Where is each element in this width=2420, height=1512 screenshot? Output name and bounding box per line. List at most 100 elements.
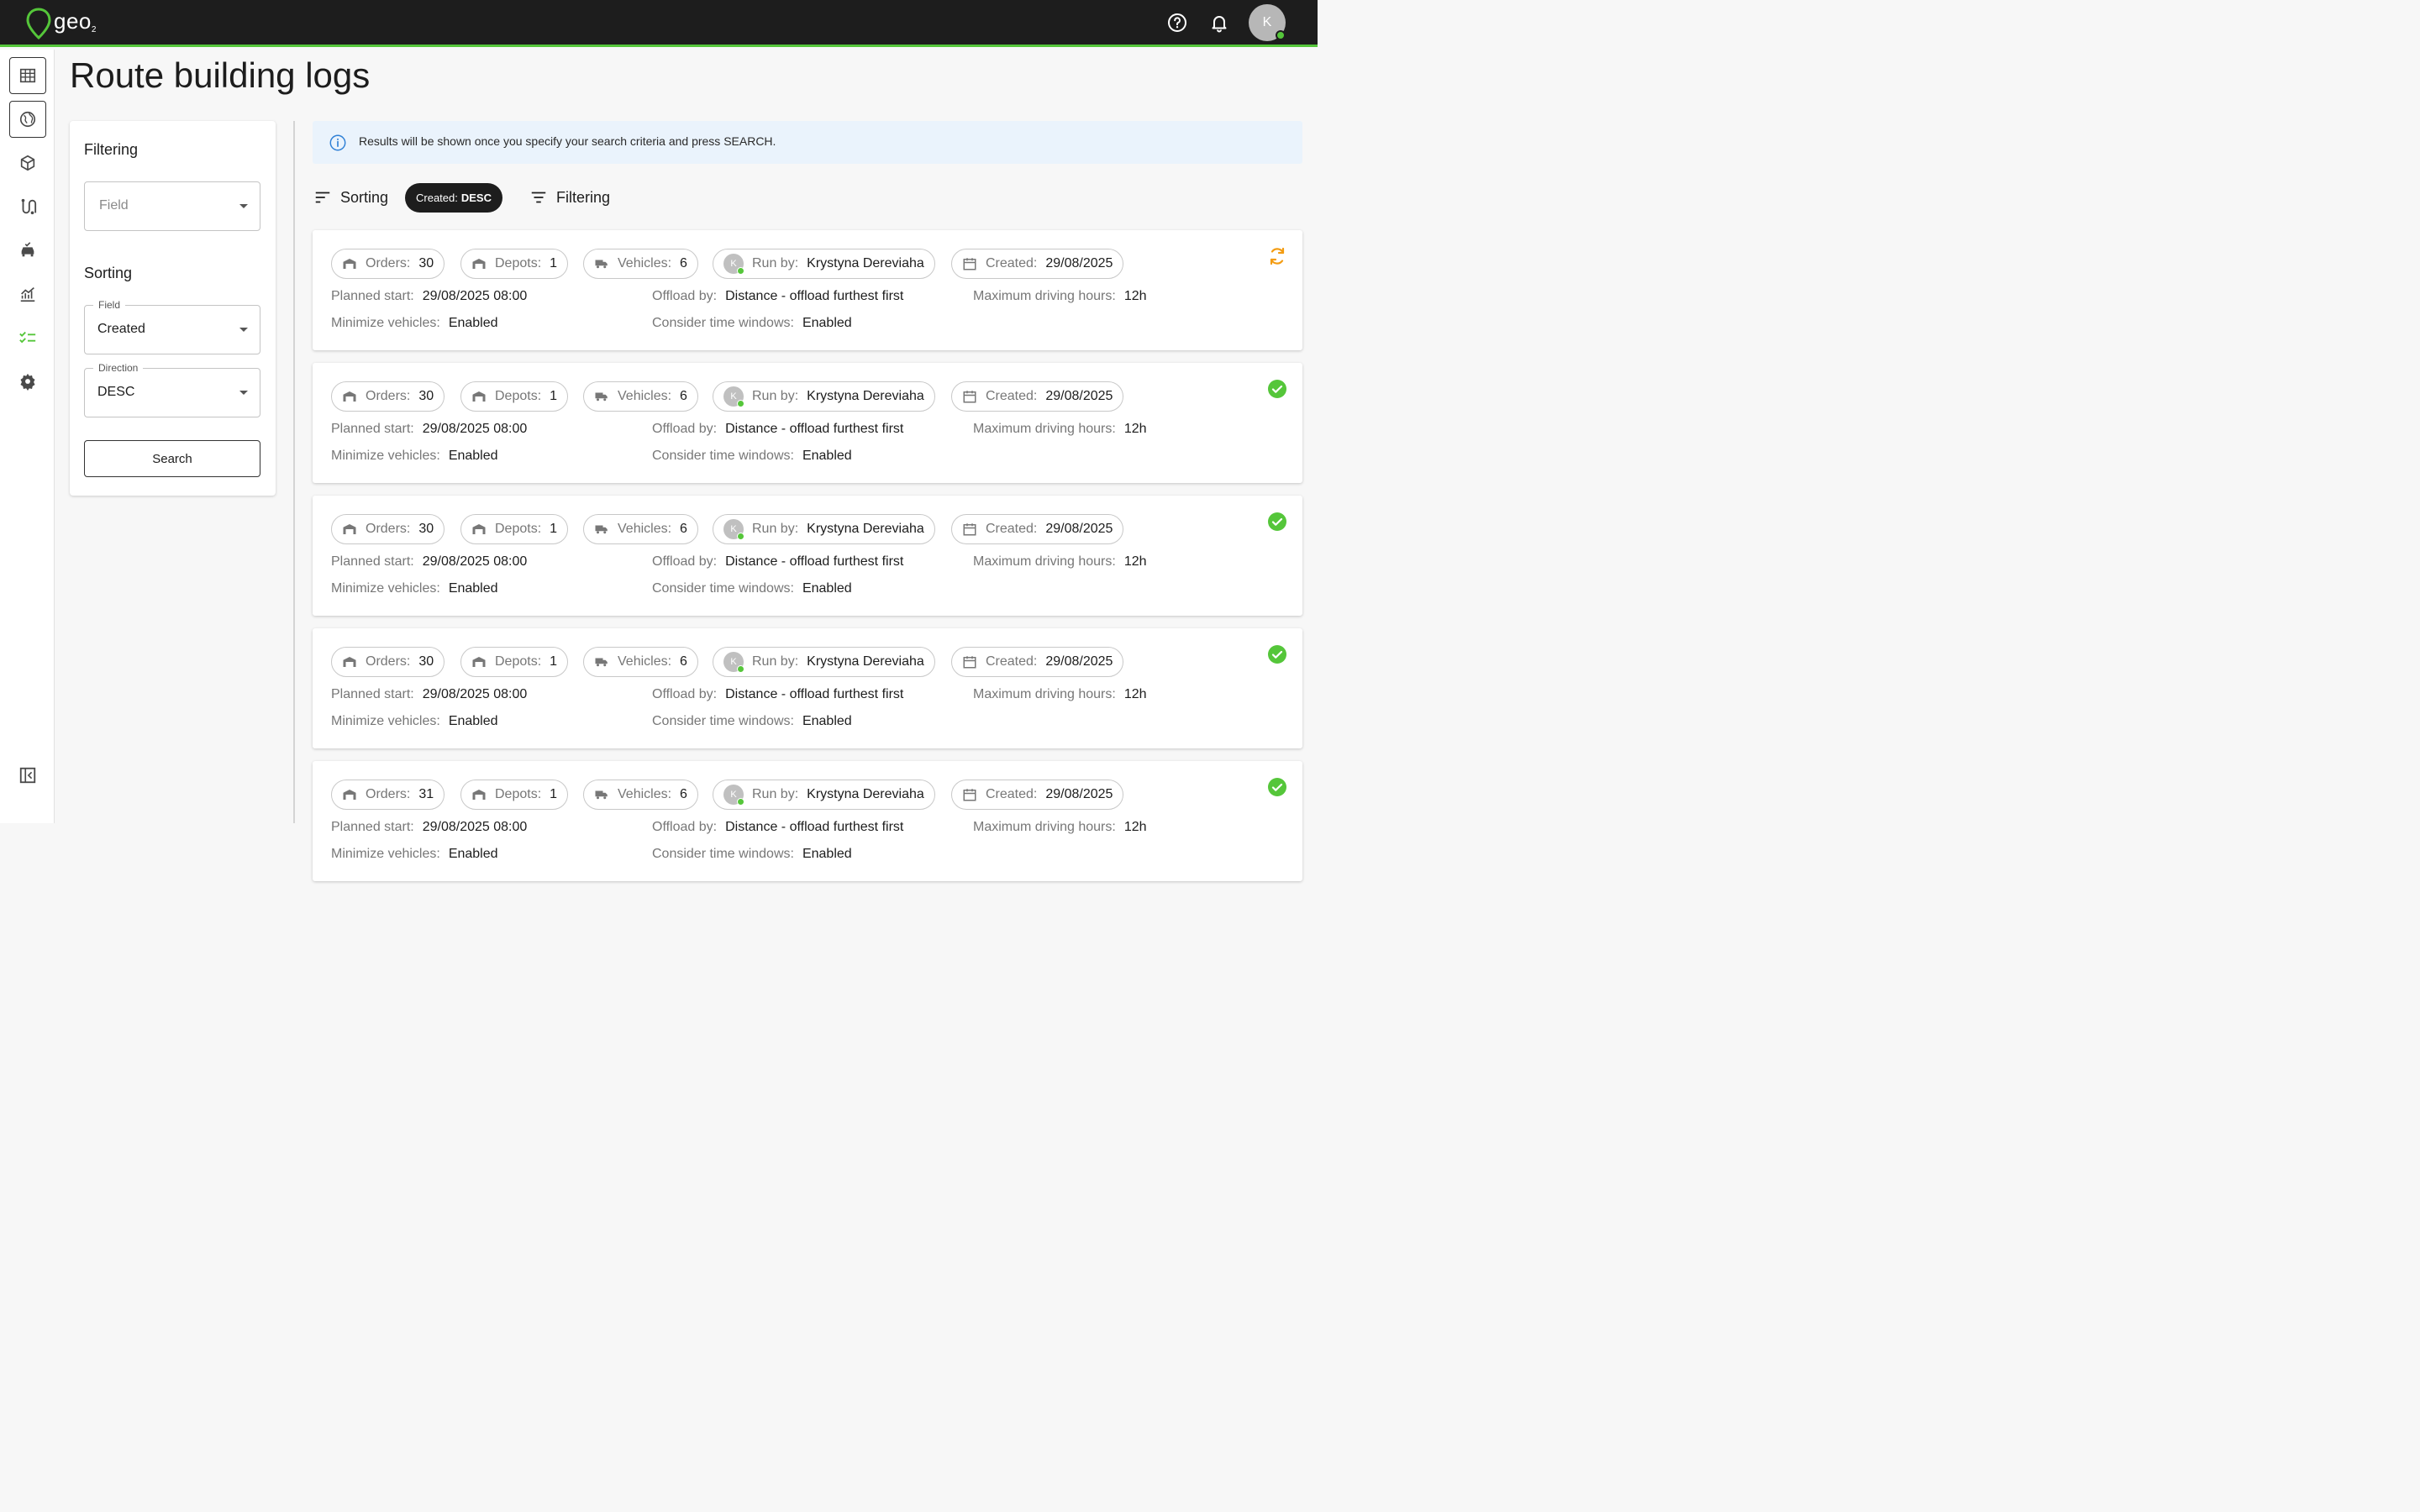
route-log-card[interactable]: Orders: 31 Depots: 1 Vehicles: 6 K Run by: Kryst… — [313, 761, 1302, 881]
run-by-label: Run by: — [752, 522, 799, 536]
filtering-toggle[interactable]: Filtering — [529, 188, 610, 207]
depots-pill: Depots: 1 — [460, 647, 569, 677]
vehicles-value: 6 — [680, 256, 687, 270]
nav-orders[interactable] — [9, 144, 46, 181]
package-icon — [20, 155, 35, 171]
run-by-pill: K Run by: Krystyna Dereviaha — [713, 780, 935, 810]
depots-label: Depots: — [495, 522, 542, 536]
building-grid-icon — [19, 68, 36, 83]
vehicles-pill: Vehicles: 6 — [583, 780, 698, 810]
calendar-icon — [962, 787, 977, 802]
route-log-card[interactable]: Orders: 30 Depots: 1 Vehicles: 6 K Run by: Kryst… — [313, 363, 1302, 483]
minimize-vehicles-row: Minimize vehicles: Enabled — [331, 316, 498, 331]
help-icon[interactable] — [1166, 12, 1188, 34]
planned-start-label: Planned start: — [331, 820, 414, 834]
created-label: Created: — [986, 256, 1038, 270]
created-pill: Created: 29/08/2025 — [951, 249, 1124, 279]
sort-chip-value: DESC — [460, 192, 492, 204]
filter-lines-icon — [531, 192, 546, 203]
app-logo[interactable]: geo 2 — [25, 7, 96, 40]
minimize-vehicles-row: Minimize vehicles: Enabled — [331, 714, 498, 729]
collapse-sidebar-button[interactable] — [9, 757, 46, 794]
top-bar: geo 2 K — [0, 0, 1318, 47]
notification-bell-icon[interactable] — [1208, 12, 1230, 34]
warehouse-icon — [471, 654, 487, 669]
orders-value: 31 — [418, 787, 434, 801]
sorting-toggle[interactable]: Sorting — [313, 188, 388, 207]
created-pill: Created: 29/08/2025 — [951, 514, 1124, 544]
run-by-avatar: K — [723, 785, 744, 806]
planned-start-value: 29/08/2025 08:00 — [422, 422, 528, 436]
created-pill: Created: 29/08/2025 — [951, 647, 1124, 677]
planned-start-row: Planned start: 29/08/2025 08:00 — [331, 289, 527, 304]
max-driving-hours-label: Maximum driving hours: — [973, 554, 1116, 569]
check-circle-icon — [1267, 644, 1287, 664]
run-by-pill: K Run by: Krystyna Dereviaha — [713, 381, 935, 412]
filter-field-select[interactable]: Field — [84, 181, 260, 231]
offload-by-row: Offload by: Distance - offload furthest f… — [652, 289, 903, 304]
user-avatar[interactable]: K — [1249, 4, 1286, 41]
run-by-label: Run by: — [752, 256, 799, 270]
warehouse-icon — [471, 256, 487, 271]
nav-settings[interactable] — [9, 363, 46, 400]
run-by-value: Krystyna Dereviaha — [807, 787, 924, 801]
depots-pill: Depots: 1 — [460, 514, 569, 544]
orders-pill: Orders: 30 — [331, 249, 445, 279]
max-driving-hours-value: 12h — [1123, 820, 1147, 834]
depots-value: 1 — [550, 787, 558, 801]
planned-start-value: 29/08/2025 08:00 — [422, 554, 528, 569]
max-driving-hours-row: Maximum driving hours: 12h — [973, 554, 1147, 570]
checklist-icon — [19, 331, 36, 344]
minimize-vehicles-label: Minimize vehicles: — [331, 316, 440, 330]
run-by-pill: K Run by: Krystyna Dereviaha — [713, 514, 935, 544]
time-windows-row: Consider time windows: Enabled — [652, 581, 852, 596]
offload-by-row: Offload by: Distance - offload furthest f… — [652, 820, 903, 835]
search-button[interactable]: Search — [84, 440, 260, 477]
depots-label: Depots: — [495, 389, 542, 403]
sort-direction-select[interactable]: Direction DESC — [84, 362, 260, 417]
time-windows-value: Enabled — [802, 316, 852, 330]
warehouse-icon — [342, 654, 357, 669]
route-log-card[interactable]: Orders: 30 Depots: 1 Vehicles: 6 K Run by: Kryst… — [313, 230, 1302, 350]
minimize-vehicles-label: Minimize vehicles: — [331, 449, 440, 463]
active-sort-chip[interactable]: Created: DESC — [405, 183, 502, 213]
location-pin-icon — [26, 8, 51, 40]
nav-vehicles[interactable] — [9, 232, 46, 269]
orders-pill: Orders: 30 — [331, 647, 445, 677]
sort-field-select[interactable]: Field Created — [84, 299, 260, 354]
planned-start-value: 29/08/2025 08:00 — [422, 289, 528, 303]
run-by-avatar: K — [723, 519, 744, 540]
warehouse-icon — [342, 389, 357, 404]
info-banner-text: Results will be shown once you specify y… — [359, 134, 776, 148]
max-driving-hours-label: Maximum driving hours: — [973, 687, 1116, 701]
run-by-pill: K Run by: Krystyna Dereviaha — [713, 249, 935, 279]
vehicles-value: 6 — [680, 389, 687, 403]
planned-start-value: 29/08/2025 08:00 — [422, 687, 528, 701]
max-driving-hours-label: Maximum driving hours: — [973, 422, 1116, 436]
route-log-card[interactable]: Orders: 30 Depots: 1 Vehicles: 6 K Run by: Kryst… — [313, 628, 1302, 748]
logo-text: geo — [54, 8, 92, 34]
run-by-initial: K — [730, 657, 737, 667]
offload-by-label: Offload by: — [652, 289, 718, 303]
user-initial: K — [1262, 15, 1272, 29]
nav-analytics[interactable] — [9, 276, 46, 312]
depots-label: Depots: — [495, 654, 542, 669]
orders-pill: Orders: 30 — [331, 514, 445, 544]
info-icon — [329, 134, 346, 151]
nav-dashboard[interactable] — [9, 57, 46, 94]
run-by-value: Krystyna Dereviaha — [807, 522, 924, 536]
time-windows-value: Enabled — [802, 847, 852, 861]
vehicles-pill: Vehicles: 6 — [583, 381, 698, 412]
offload-by-row: Offload by: Distance - offload furthest f… — [652, 422, 903, 437]
orders-label: Orders: — [366, 787, 411, 801]
planned-start-value: 29/08/2025 08:00 — [422, 820, 528, 834]
online-status-dot — [737, 533, 744, 540]
nav-routes[interactable] — [9, 188, 46, 225]
depots-value: 1 — [550, 522, 558, 536]
route-log-card[interactable]: Orders: 30 Depots: 1 Vehicles: 6 K Run by: Kryst… — [313, 496, 1302, 616]
nav-map[interactable] — [9, 101, 46, 138]
vehicles-value: 6 — [680, 522, 687, 536]
nav-route-logs[interactable] — [9, 319, 46, 356]
depots-pill: Depots: 1 — [460, 381, 569, 412]
calendar-icon — [962, 389, 977, 404]
